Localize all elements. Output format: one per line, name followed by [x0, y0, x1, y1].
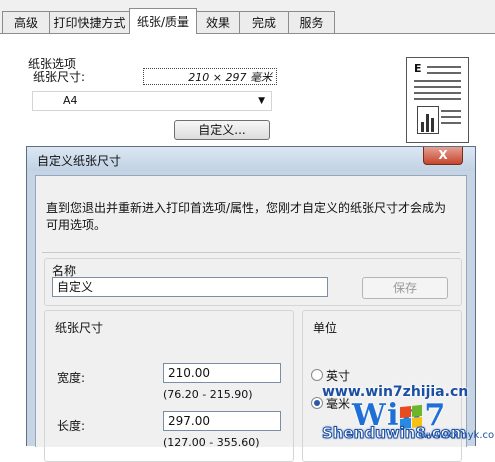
dialog-title: 自定义纸张尺寸 — [37, 154, 122, 168]
bar-chart-icon — [417, 106, 439, 134]
document-letter-icon: E — [414, 62, 422, 75]
save-button[interactable]: 保存 — [362, 277, 448, 299]
tab-services[interactable]: 服务 — [288, 11, 335, 33]
dialog-titlebar[interactable]: 自定义纸张尺寸 X — [27, 147, 475, 171]
watermark: www.win7zhijia.cn Win7 Shenduwin8.com ww… — [321, 384, 495, 446]
chevron-down-icon: ▼ — [258, 96, 265, 106]
tab-paper-quality[interactable]: 纸张/质量 — [129, 8, 197, 34]
paper-size-group: 纸张尺寸 宽度: 210.00 (76.20 - 215.90) 长度: 297… — [44, 310, 294, 462]
tab-print-shortcuts[interactable]: 打印快捷方式 — [49, 11, 130, 33]
width-label: 宽度: — [57, 371, 86, 385]
name-input[interactable]: 自定义 — [52, 277, 328, 297]
width-range: (76.20 - 215.90) — [163, 388, 253, 401]
paper-size-label: 纸张尺寸: — [33, 70, 86, 84]
tab-effects[interactable]: 效果 — [196, 11, 240, 33]
length-range: (127.00 - 355.60) — [163, 436, 260, 449]
paper-size-select[interactable]: A4 ▼ — [32, 91, 272, 111]
unit-inch-radio[interactable]: 英寸 — [311, 367, 350, 384]
close-icon: X — [438, 148, 448, 162]
paper-size-readout: 210 × 297 毫米 — [143, 68, 277, 85]
length-input[interactable]: 297.00 — [163, 411, 281, 431]
custom-size-button[interactable]: 自定义... — [174, 120, 270, 140]
tab-advanced[interactable]: 高级 — [2, 11, 50, 33]
width-input[interactable]: 210.00 — [163, 363, 281, 383]
length-label: 长度: — [57, 419, 86, 433]
tab-strip: 高级 打印快捷方式 纸张/质量 效果 完成 服务 — [0, 0, 495, 34]
unit-group-label: 单位 — [313, 321, 338, 335]
separator — [42, 252, 460, 253]
name-group: 名称 自定义 保存 — [44, 258, 462, 306]
radio-icon — [311, 369, 323, 381]
paper-size-value: A4 — [63, 94, 78, 107]
watermark-site-3: www.kxinyk.com — [420, 430, 495, 441]
unit-inch-label: 英寸 — [326, 369, 351, 383]
paper-size-group-label: 纸张尺寸 — [55, 321, 104, 335]
page-preview: E — [406, 57, 469, 143]
tab-finishing[interactable]: 完成 — [239, 11, 289, 33]
info-text: 直到您退出并重新进入打印首选项/属性，您刚才自定义的纸张尺寸才会成为可用选项。 — [46, 201, 447, 232]
close-button[interactable]: X — [423, 147, 463, 165]
